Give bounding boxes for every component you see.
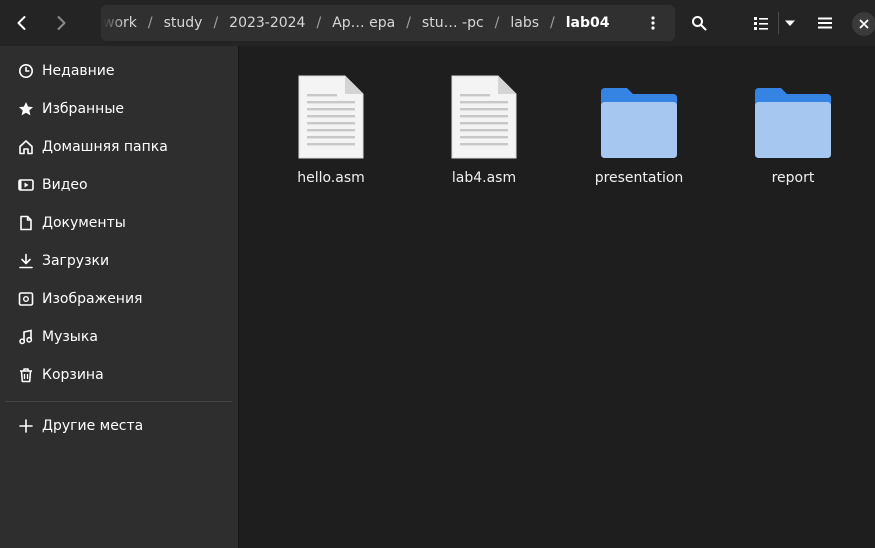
- file-name: lab4.asm: [451, 170, 517, 186]
- forward-button[interactable]: [45, 7, 77, 39]
- breadcrumb-separator: /: [406, 15, 411, 31]
- download-icon: [18, 253, 34, 269]
- chevron-right-icon: [57, 16, 66, 30]
- sidebar-item-label: Домашняя папка: [42, 139, 168, 155]
- plus-icon: [18, 418, 34, 434]
- sidebar-item-pictures[interactable]: Изображения: [0, 280, 238, 318]
- file-item[interactable]: lab4.asm: [409, 70, 559, 186]
- breadcrumb-item[interactable]: Ар… ера: [324, 15, 403, 31]
- close-icon: [859, 19, 869, 29]
- image-icon: [18, 291, 34, 307]
- list-view-icon: [754, 17, 768, 30]
- back-button[interactable]: [6, 7, 38, 39]
- sidebar-separator: [5, 401, 232, 402]
- folder-item[interactable]: report: [718, 70, 868, 186]
- breadcrumb-item[interactable]: study: [156, 15, 211, 31]
- sidebar-item-trash[interactable]: Корзина: [0, 356, 238, 394]
- sidebar-item-starred[interactable]: Избранные: [0, 90, 238, 128]
- sidebar-item-videos[interactable]: Видео: [0, 166, 238, 204]
- path-menu-button[interactable]: [637, 7, 669, 39]
- folder-icon: [601, 88, 677, 158]
- triangle-down-icon: [785, 20, 795, 26]
- sidebar-item-label: Корзина: [42, 367, 104, 383]
- breadcrumb-item[interactable]: stu… -pc: [414, 15, 492, 31]
- breadcrumb-separator: /: [316, 15, 322, 31]
- folder-name: report: [771, 170, 815, 186]
- breadcrumb-current[interactable]: lab04: [558, 15, 618, 31]
- sidebar-item-home[interactable]: Домашняя папка: [0, 128, 238, 166]
- sidebar-item-label: Другие места: [42, 418, 144, 434]
- file-name: hello.asm: [297, 170, 365, 186]
- clock-icon: [18, 63, 34, 79]
- home-icon: [18, 139, 34, 155]
- sidebar-item-other-places[interactable]: Другие места: [0, 407, 238, 445]
- window-close-button[interactable]: [852, 12, 875, 36]
- trash-icon: [18, 367, 34, 383]
- breadcrumb-separator: /: [213, 15, 219, 31]
- video-icon: [18, 177, 34, 193]
- breadcrumb-separator: /: [494, 15, 500, 31]
- main-menu-button[interactable]: [809, 7, 841, 39]
- breadcrumb-separator: /: [147, 15, 153, 31]
- text-file-icon: [451, 75, 517, 159]
- breadcrumb: work / study / 2023-2024 / Ар… ера / stu…: [101, 5, 675, 41]
- document-icon: [18, 215, 34, 231]
- breadcrumb-fade: [101, 5, 125, 41]
- folder-icon: [755, 88, 831, 158]
- text-file-icon: [298, 75, 364, 159]
- music-icon: [18, 329, 34, 345]
- sidebar-item-recent[interactable]: Недавние: [0, 52, 238, 90]
- search-button[interactable]: [683, 7, 715, 39]
- breadcrumb-item[interactable]: 2023-2024: [221, 15, 313, 31]
- folder-item[interactable]: presentation: [564, 70, 714, 186]
- sidebar-item-downloads[interactable]: Загрузки: [0, 242, 238, 280]
- file-item[interactable]: hello.asm: [256, 70, 406, 186]
- sidebar-item-music[interactable]: Музыка: [0, 318, 238, 356]
- search-icon: [692, 16, 707, 31]
- header-bar: work / study / 2023-2024 / Ар… ера / stu…: [0, 0, 875, 46]
- star-icon: [18, 101, 34, 117]
- sidebar-item-label: Недавние: [42, 63, 115, 79]
- sidebar-item-label: Избранные: [42, 101, 124, 117]
- chevron-left-icon: [17, 16, 26, 30]
- folder-name: presentation: [594, 170, 684, 186]
- breadcrumb-item[interactable]: labs: [502, 15, 547, 31]
- sidebar-item-label: Изображения: [42, 291, 143, 307]
- sidebar-item-documents[interactable]: Документы: [0, 204, 238, 242]
- view-list-button[interactable]: [745, 7, 777, 39]
- sidebar-item-label: Загрузки: [42, 253, 110, 269]
- sidebar-item-label: Музыка: [42, 329, 98, 345]
- view-options-button[interactable]: [776, 7, 804, 39]
- sidebar-item-label: Видео: [42, 177, 88, 193]
- hamburger-menu-icon: [818, 17, 832, 29]
- sidebar-item-label: Документы: [42, 215, 126, 231]
- vertical-dots-icon: [651, 16, 655, 30]
- breadcrumb-separator: /: [550, 15, 555, 31]
